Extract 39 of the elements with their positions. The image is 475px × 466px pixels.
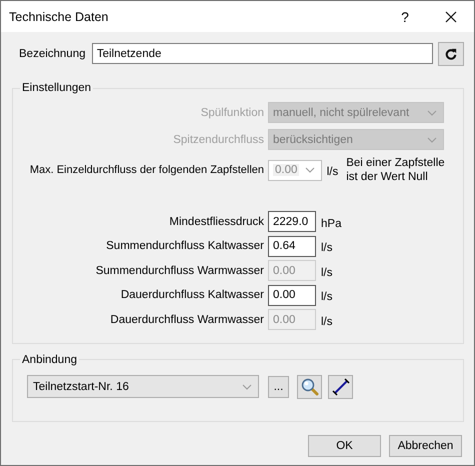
unit-label: l/s <box>321 266 332 278</box>
field-label: Summendurchfluss Kaltwasser <box>105 240 264 252</box>
unit-label: l/s <box>321 290 332 303</box>
search-button[interactable] <box>297 374 322 398</box>
field-label: Dauerdurchfluss Kaltwasser <box>120 289 264 301</box>
unit-label: l/s <box>326 165 338 178</box>
name-field[interactable]: Teilnetzende <box>92 43 433 64</box>
line-icon <box>332 378 350 396</box>
ok-button[interactable]: OK <box>308 434 381 456</box>
hint-text: Bei einer Zapfstelle ist der Wert Null <box>346 156 446 184</box>
unit-label: l/s <box>321 314 332 328</box>
help-button[interactable]: ? <box>382 8 428 24</box>
unit-label: hPa <box>321 216 342 230</box>
field-label: Spülfunktion <box>200 106 264 118</box>
field-label: Max. Einzeldurchfluss der folgenden Zapfstellen <box>28 164 264 176</box>
cancel-button[interactable]: Abbrechen <box>389 434 462 456</box>
window-title: Technische Daten <box>9 10 110 24</box>
unit-label: l/s <box>321 241 332 254</box>
refresh-button[interactable] <box>438 42 464 66</box>
group-title: Einstellungen <box>22 82 92 94</box>
number-field[interactable]: 0.64 <box>268 236 316 256</box>
caret-icon <box>242 384 252 390</box>
caret-icon <box>427 110 437 116</box>
field-label: Spitzendurchfluss <box>172 134 264 146</box>
line-button[interactable] <box>328 374 353 398</box>
field-label: Mindestfliessdruck <box>168 216 264 228</box>
field-label: Dauerdurchfluss Warmwasser <box>109 314 264 326</box>
connection-dropdown[interactable]: Teilnetzstart-Nr. 16 <box>27 375 259 398</box>
search-icon <box>300 378 318 396</box>
caret-icon <box>304 167 315 173</box>
caret-icon <box>427 136 437 142</box>
field-label: Bezeichnung <box>18 48 86 60</box>
more-button[interactable]: ... <box>268 376 289 398</box>
group-title: Anbindung <box>22 354 77 366</box>
number-field[interactable]: 0.00 <box>268 284 316 306</box>
number-field[interactable]: 2229.0 <box>268 211 316 232</box>
refresh-icon <box>445 46 457 60</box>
field-label: Summendurchfluss Warmwasser <box>94 264 264 276</box>
close-icon[interactable] <box>445 10 457 22</box>
